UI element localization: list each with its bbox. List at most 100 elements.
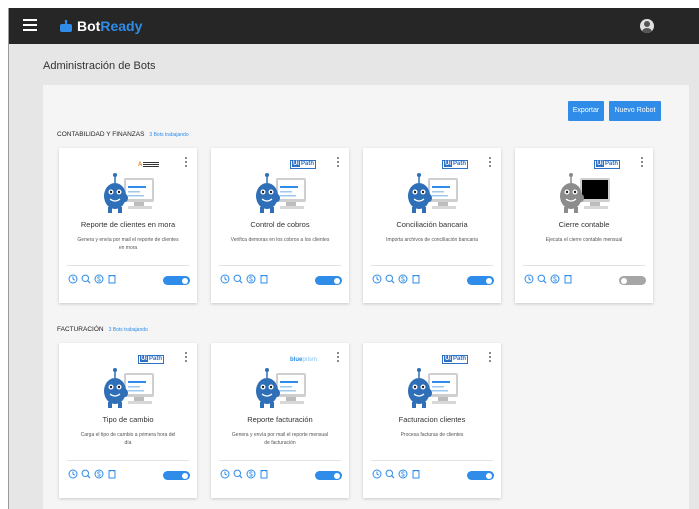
document-icon[interactable]	[258, 468, 269, 479]
card-divider	[523, 265, 645, 266]
bot-actions	[371, 273, 421, 284]
export-button[interactable]: Exportar	[568, 101, 604, 121]
user-avatar-icon[interactable]	[640, 19, 654, 33]
bot-active-toggle[interactable]	[619, 276, 646, 285]
clock-icon[interactable]	[523, 273, 534, 284]
bot-actions	[67, 273, 117, 284]
bot-name: Facturacion clientes	[398, 415, 466, 424]
bot-card: Ui Path Cierre contable Ejecuta el cierre c…	[515, 148, 653, 303]
kebab-menu-icon[interactable]	[185, 352, 188, 363]
dollar-icon[interactable]	[397, 468, 408, 479]
section-title: FACTURACIÓN	[57, 326, 104, 333]
bot-description: Importa archivos de conciliación bancari…	[386, 237, 478, 243]
document-icon[interactable]	[106, 468, 117, 479]
bot-actions	[67, 468, 117, 479]
dollar-icon[interactable]	[245, 468, 256, 479]
search-icon[interactable]	[384, 273, 395, 284]
section-header: FACTURACIÓN 3 Bots trabajando	[57, 326, 148, 333]
dollar-icon[interactable]	[93, 468, 104, 479]
clock-icon[interactable]	[371, 468, 382, 479]
document-icon[interactable]	[410, 468, 421, 479]
section-bot-count[interactable]: 3 Bots trabajando	[109, 327, 148, 333]
dollar-icon[interactable]	[93, 273, 104, 284]
search-icon[interactable]	[536, 273, 547, 284]
bot-description: Genera y envía por mail el reporte de cl…	[77, 237, 179, 251]
section-header: CONTABILIDAD Y FINANZAS 3 Bots trabajando	[57, 131, 189, 138]
bot-description: Ejecuta el cierre contable mensual	[545, 237, 623, 243]
bot-actions	[219, 468, 269, 479]
section-title: CONTABILIDAD Y FINANZAS	[57, 131, 145, 138]
new-robot-button[interactable]: Nuevo Robot	[609, 101, 661, 121]
bot-active-toggle[interactable]	[467, 471, 494, 480]
bot-actions	[371, 468, 421, 479]
kebab-menu-icon[interactable]	[337, 157, 340, 168]
bot-logo-icon	[60, 20, 72, 32]
brand-logo[interactable]: Bot Ready	[59, 17, 142, 35]
bot-active-toggle[interactable]	[315, 471, 342, 480]
kebab-menu-icon[interactable]	[489, 157, 492, 168]
app-window: Bot Ready Administración de Bots Exportar…	[8, 8, 699, 509]
search-icon[interactable]	[80, 273, 91, 284]
search-icon[interactable]	[80, 468, 91, 479]
kebab-menu-icon[interactable]	[337, 352, 340, 363]
bot-card: blueprism Reporte facturación Genera y env…	[211, 343, 349, 498]
bot-active-toggle[interactable]	[163, 276, 190, 285]
clock-icon[interactable]	[371, 273, 382, 284]
document-icon[interactable]	[258, 273, 269, 284]
search-icon[interactable]	[232, 468, 243, 479]
robot-illustration	[408, 173, 458, 213]
search-icon[interactable]	[232, 273, 243, 284]
bot-name: Reporte de clientes en mora	[80, 220, 176, 229]
robot-illustration	[408, 368, 458, 408]
robot-illustration	[560, 173, 610, 213]
card-divider	[67, 460, 189, 461]
dollar-icon[interactable]	[549, 273, 560, 284]
robot-illustration	[104, 173, 154, 213]
bot-name: Control de cobros	[250, 220, 310, 229]
bot-name: Conciliación bancaria	[396, 220, 468, 229]
bot-name: Cierre contable	[558, 220, 610, 229]
bot-actions	[219, 273, 269, 284]
brand-name-ready: Ready	[100, 18, 143, 34]
bot-description: Genera y envía por mail el reporte mensu…	[231, 432, 329, 446]
document-icon[interactable]	[410, 273, 421, 284]
bot-card: A Reporte de clientes en mora Genera y env…	[59, 148, 197, 303]
dollar-icon[interactable]	[245, 273, 256, 284]
card-divider	[219, 265, 341, 266]
clock-icon[interactable]	[219, 273, 230, 284]
robot-illustration	[256, 173, 306, 213]
top-bar: Bot Ready	[9, 8, 699, 44]
search-icon[interactable]	[384, 468, 395, 479]
bots-panel: Exportar Nuevo Robot CONTABILIDAD Y FINA…	[43, 85, 689, 509]
card-divider	[371, 460, 493, 461]
bot-description: Procesa facturas de clientes	[400, 432, 464, 438]
menu-icon[interactable]	[23, 19, 37, 31]
bot-active-toggle[interactable]	[315, 276, 342, 285]
bot-active-toggle[interactable]	[467, 276, 494, 285]
card-divider	[67, 265, 189, 266]
robot-illustration	[256, 368, 306, 408]
clock-icon[interactable]	[219, 468, 230, 479]
bot-description: Carga el tipo de cambio a primera hora d…	[80, 432, 176, 446]
clock-icon[interactable]	[67, 468, 78, 479]
bot-description: Verifica demoras en los cobros a los cli…	[230, 237, 330, 243]
bot-actions	[523, 273, 573, 284]
section-bot-count[interactable]: 3 Bots trabajando	[149, 132, 188, 138]
document-icon[interactable]	[562, 273, 573, 284]
bot-card: Ui Path Facturacion clientes Procesa factur…	[363, 343, 501, 498]
bot-active-toggle[interactable]	[163, 471, 190, 480]
bot-card: Ui Path Conciliación bancaria Importa archi…	[363, 148, 501, 303]
kebab-menu-icon[interactable]	[185, 157, 188, 168]
clock-icon[interactable]	[67, 273, 78, 284]
kebab-menu-icon[interactable]	[489, 352, 492, 363]
robot-illustration	[104, 368, 154, 408]
dollar-icon[interactable]	[397, 273, 408, 284]
document-icon[interactable]	[106, 273, 117, 284]
bot-card: Ui Path Tipo de cambio Carga el tipo de cam…	[59, 343, 197, 498]
page-title: Administración de Bots	[43, 60, 156, 72]
bot-name: Reporte facturación	[247, 415, 313, 424]
card-divider	[219, 460, 341, 461]
kebab-menu-icon[interactable]	[641, 157, 644, 168]
bot-card: Ui Path Control de cobros Verifica demoras …	[211, 148, 349, 303]
card-divider	[371, 265, 493, 266]
